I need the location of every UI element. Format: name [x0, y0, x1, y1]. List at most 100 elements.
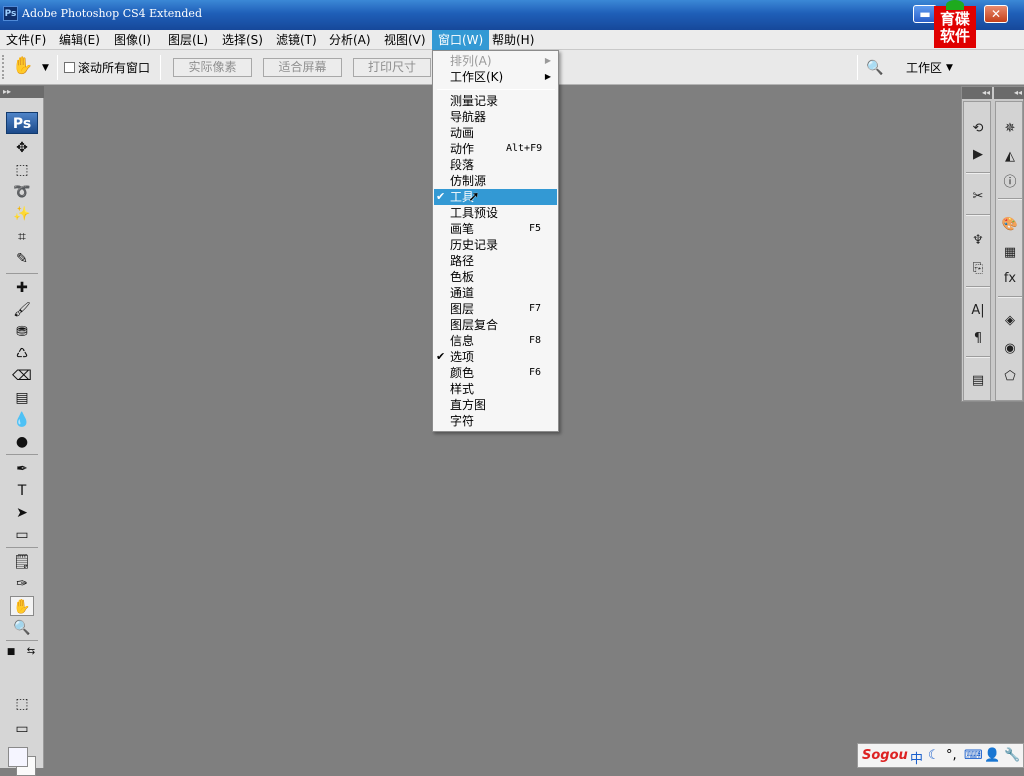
- zoom-tool-icon[interactable]: 🔍: [10, 618, 34, 638]
- swatches-panel-icon[interactable]: ▦: [998, 242, 1022, 264]
- character-panel-icon[interactable]: A|: [966, 300, 990, 322]
- menu-item-animation[interactable]: 动画: [434, 125, 557, 141]
- move-tool-icon[interactable]: ✥: [10, 138, 34, 158]
- menu-item-channels[interactable]: 通道: [434, 285, 557, 301]
- pen-tool-icon[interactable]: ✒: [10, 459, 34, 479]
- notes-tool-icon[interactable]: 🗒: [10, 552, 34, 572]
- histogram-panel-icon[interactable]: ◭: [998, 146, 1022, 168]
- menu-help[interactable]: 帮助(H): [486, 30, 540, 50]
- menu-item-info[interactable]: 信息 F8: [434, 333, 557, 349]
- brushes-panel-icon[interactable]: ♆: [966, 230, 990, 252]
- menu-item-swatches[interactable]: 色板: [434, 269, 557, 285]
- close-button[interactable]: ✕: [984, 5, 1008, 23]
- soft-keyboard-icon[interactable]: ⌨: [964, 748, 983, 763]
- menu-item-tools[interactable]: ✔ 工具 ➚: [434, 189, 557, 205]
- menu-item-navigator[interactable]: 导航器: [434, 109, 557, 125]
- marquee-tool-icon[interactable]: ⬚: [10, 160, 34, 180]
- layers-panel-icon[interactable]: ◈: [998, 310, 1022, 332]
- menu-item-actions[interactable]: 动作 Alt+F9: [434, 141, 557, 157]
- workspace-chevron-down-icon[interactable]: ▼: [946, 63, 953, 73]
- crop-tool-icon[interactable]: ⌗: [10, 227, 34, 247]
- color-panel-icon[interactable]: 🎨: [998, 214, 1022, 236]
- menu-item-histogram[interactable]: 直方图: [434, 397, 557, 413]
- type-tool-icon[interactable]: T: [10, 481, 34, 501]
- menu-item-color[interactable]: 颜色 F6: [434, 365, 557, 381]
- menu-item-workspace[interactable]: 工作区(K) ▶: [434, 69, 557, 85]
- collapse-expand-icon[interactable]: ▸▸: [0, 86, 44, 98]
- menu-image[interactable]: 图像(I): [108, 30, 157, 50]
- paragraph-panel-icon[interactable]: ¶: [966, 328, 990, 350]
- workspace-dropdown[interactable]: 工作区: [906, 59, 942, 76]
- info-panel-icon[interactable]: ⓘ: [998, 172, 1022, 194]
- dodge-tool-icon[interactable]: ●: [10, 432, 34, 452]
- brush-tool-icon[interactable]: 🖌: [10, 300, 34, 320]
- actual-pixels-button[interactable]: 实际像素: [173, 58, 252, 77]
- submenu-arrow-icon: ▶: [544, 72, 551, 81]
- tool-preset-chevron-down-icon[interactable]: ▼: [42, 63, 49, 73]
- clone-stamp-tool-icon[interactable]: ⛃: [10, 322, 34, 342]
- workspace-switcher-icon[interactable]: 🔍: [866, 60, 883, 76]
- hand-tool-icon[interactable]: ✋: [10, 596, 34, 616]
- channels-panel-icon[interactable]: ◉: [998, 338, 1022, 360]
- foreground-color-swatch[interactable]: [8, 747, 28, 767]
- hand-icon[interactable]: ✋: [12, 56, 33, 76]
- sogou-logo[interactable]: Sogou: [862, 748, 908, 763]
- half-width-moon-icon[interactable]: ☾: [928, 748, 940, 763]
- menu-item-history[interactable]: 历史记录: [434, 237, 557, 253]
- gradient-tool-icon[interactable]: ▤: [10, 388, 34, 408]
- menu-item-measurement-log[interactable]: 测量记录: [434, 93, 557, 109]
- collapse-panels-icon[interactable]: ◂◂: [962, 87, 992, 99]
- eyedropper-sample-tool-icon[interactable]: ✑: [10, 574, 34, 594]
- shape-tool-icon[interactable]: ▭: [10, 525, 34, 545]
- quick-mask-icon[interactable]: ⬚: [10, 694, 34, 714]
- menu-item-tool-presets[interactable]: 工具预设: [434, 205, 557, 221]
- options-gripper[interactable]: [2, 55, 6, 79]
- paths-panel-icon[interactable]: ⬠: [998, 366, 1022, 388]
- menu-window[interactable]: 窗口(W): [432, 30, 490, 50]
- healing-brush-tool-icon[interactable]: ✚: [10, 278, 34, 298]
- tool-presets-panel-icon[interactable]: ✂: [966, 186, 990, 208]
- blur-tool-icon[interactable]: 💧: [10, 410, 34, 430]
- settings-wrench-icon[interactable]: 🔧: [1004, 748, 1020, 763]
- menu-filter[interactable]: 滤镜(T): [270, 30, 323, 50]
- clone-source-panel-icon[interactable]: ⎘: [966, 258, 990, 280]
- swap-colors-icon[interactable]: ⇆: [24, 642, 38, 662]
- styles-panel-icon[interactable]: fx: [998, 268, 1022, 290]
- menu-analysis[interactable]: 分析(A): [323, 30, 377, 50]
- user-icon[interactable]: 👤: [984, 748, 1000, 763]
- menu-layer[interactable]: 图层(L): [162, 30, 214, 50]
- menu-view[interactable]: 视图(V): [378, 30, 432, 50]
- screen-mode-icon[interactable]: ▭: [10, 719, 34, 739]
- actions-panel-icon[interactable]: ▶: [966, 144, 990, 166]
- menu-item-brushes[interactable]: 画笔 F5: [434, 221, 557, 237]
- punctuation-icon[interactable]: °,: [946, 748, 957, 763]
- menu-item-clone-source[interactable]: 仿制源: [434, 173, 557, 189]
- notes-panel-icon[interactable]: ▤: [966, 370, 990, 392]
- menu-item-styles[interactable]: 样式: [434, 381, 557, 397]
- scroll-all-windows-checkbox[interactable]: [64, 62, 75, 73]
- print-size-button[interactable]: 打印尺寸: [353, 58, 431, 77]
- menu-item-character[interactable]: 字符: [434, 413, 557, 429]
- default-colors-icon[interactable]: ■: [4, 642, 18, 662]
- menu-item-options[interactable]: ✔ 选项: [434, 349, 557, 365]
- fit-screen-button[interactable]: 适合屏幕: [263, 58, 342, 77]
- lasso-tool-icon[interactable]: ➰: [10, 182, 34, 202]
- menu-file[interactable]: 文件(F): [0, 30, 52, 50]
- menu-select[interactable]: 选择(S): [216, 30, 269, 50]
- magic-wand-tool-icon[interactable]: ✨: [10, 204, 34, 224]
- path-selection-tool-icon[interactable]: ➤: [10, 503, 34, 523]
- menu-item-layer-comps[interactable]: 图层复合: [434, 317, 557, 333]
- menu-item-layers[interactable]: 图层 F7: [434, 301, 557, 317]
- menu-edit[interactable]: 编辑(E): [53, 30, 106, 50]
- ime-mode-toggle[interactable]: 中: [910, 748, 923, 767]
- menu-item-arrange[interactable]: 排列(A) ▶: [434, 53, 557, 69]
- menu-item-paths[interactable]: 路径: [434, 253, 557, 269]
- history-brush-tool-icon[interactable]: ♺: [10, 344, 34, 364]
- history-panel-icon[interactable]: ⟲: [966, 118, 990, 140]
- menu-item-paragraph[interactable]: 段落: [434, 157, 557, 173]
- navigator-panel-icon[interactable]: ✵: [998, 118, 1022, 140]
- eyedropper-tool-icon[interactable]: ✎: [10, 249, 34, 269]
- menu-bar: 文件(F) 编辑(E) 图像(I) 图层(L) 选择(S) 滤镜(T) 分析(A…: [0, 30, 1024, 50]
- collapse-panels-icon[interactable]: ◂◂: [994, 87, 1024, 99]
- eraser-tool-icon[interactable]: ⌫: [10, 366, 34, 386]
